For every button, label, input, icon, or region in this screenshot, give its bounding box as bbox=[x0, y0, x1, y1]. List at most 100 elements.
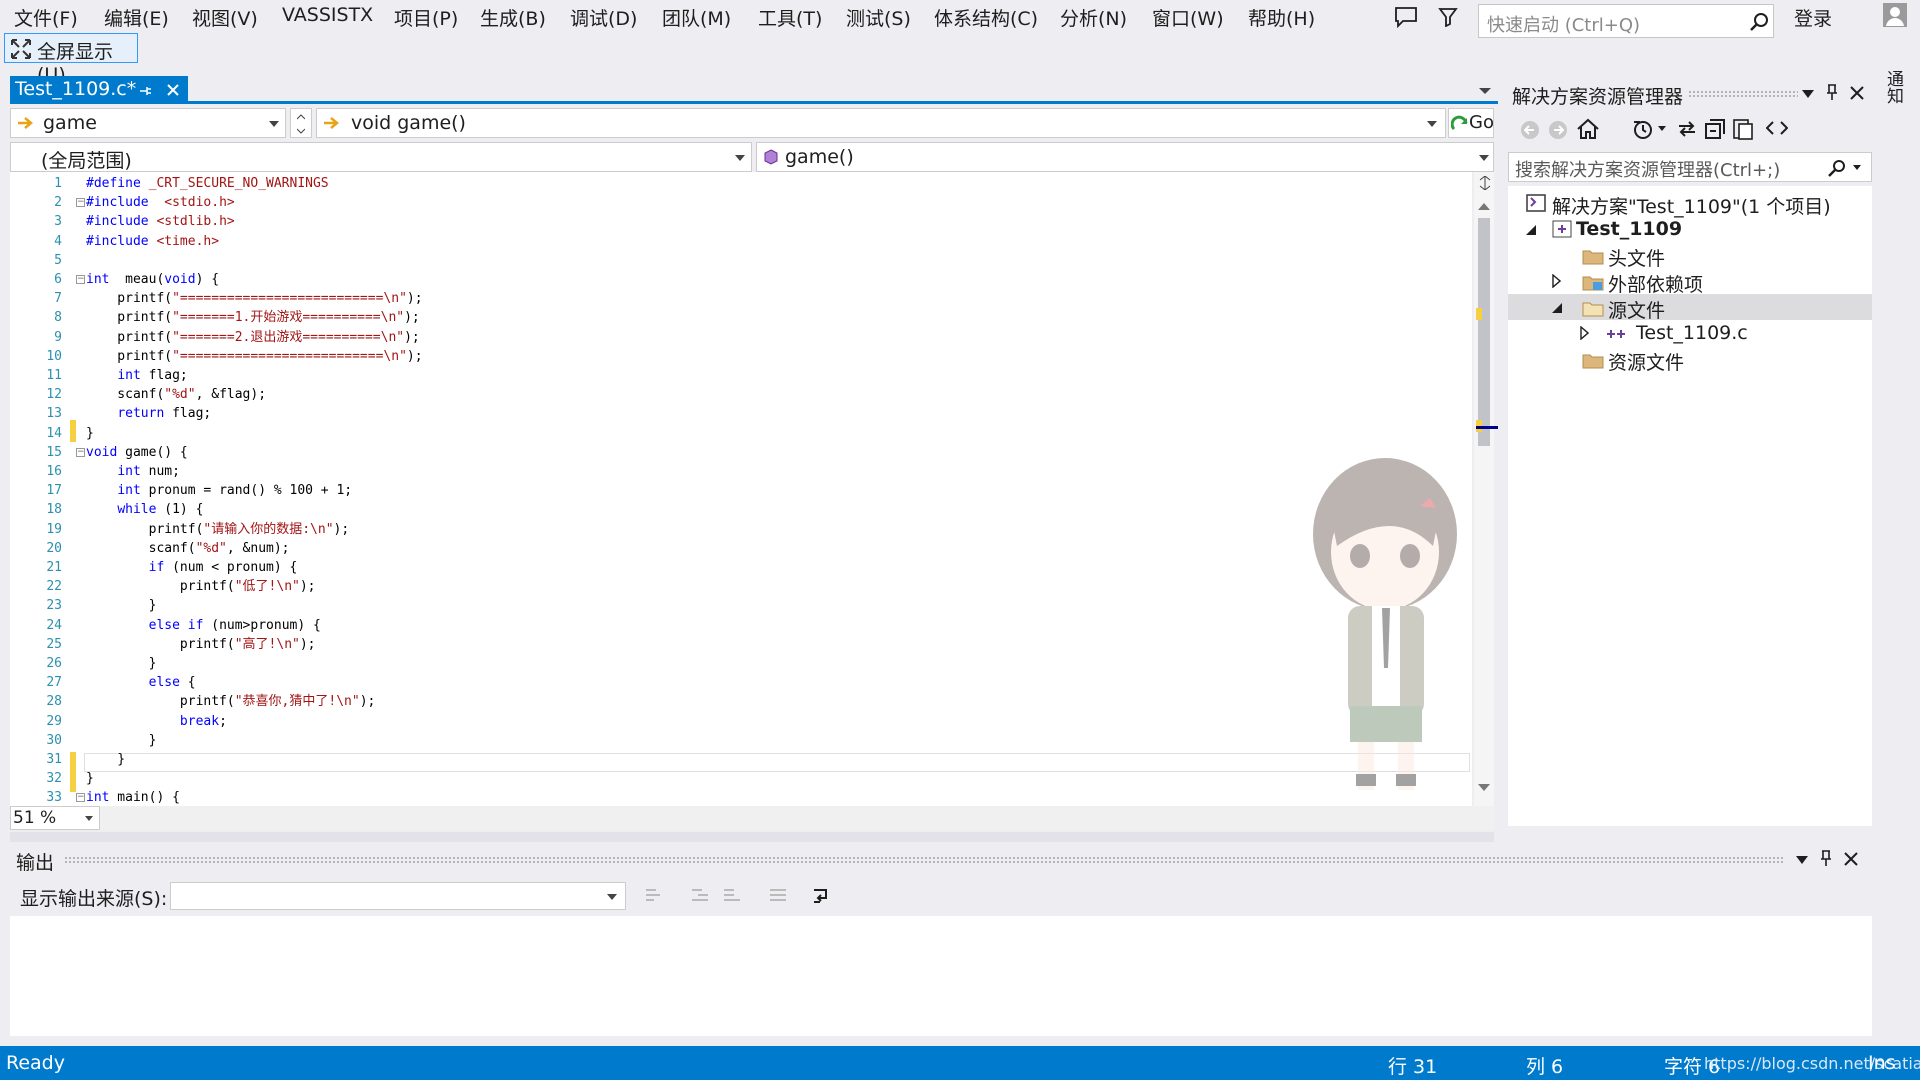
menu-item[interactable]: 窗口(W) bbox=[1152, 4, 1224, 31]
previous-message-icon[interactable] bbox=[690, 886, 710, 906]
fullscreen-button[interactable]: 全屏显示(U) bbox=[4, 33, 138, 86]
next-message-icon[interactable] bbox=[722, 886, 742, 906]
menu-item[interactable]: 调试(D) bbox=[570, 4, 637, 31]
code-line[interactable]: void game() { bbox=[86, 443, 188, 462]
collapsed-triangle-icon[interactable] bbox=[1552, 274, 1561, 288]
home-icon[interactable] bbox=[1576, 118, 1600, 140]
editor-horizontal-scrollbar[interactable] bbox=[100, 806, 1494, 830]
login-link[interactable]: 登录 bbox=[1794, 4, 1832, 31]
pin-icon[interactable] bbox=[1820, 850, 1832, 866]
zoom-dropdown[interactable]: 51 % bbox=[10, 806, 100, 830]
fold-toggle[interactable]: − bbox=[76, 447, 85, 457]
menu-item[interactable]: 体系结构(C) bbox=[934, 4, 1038, 31]
scroll-up-icon[interactable] bbox=[1478, 202, 1490, 210]
close-icon[interactable] bbox=[1844, 852, 1858, 866]
tree-item-project[interactable]: Test_1109 bbox=[1508, 216, 1872, 242]
tab-test-1109-c[interactable]: Test_1109.c* bbox=[10, 76, 188, 104]
code-line[interactable]: printf("恭喜你,猜中了!\n"); bbox=[86, 692, 375, 711]
expanded-triangle-icon[interactable] bbox=[1552, 303, 1562, 313]
member-dropdown[interactable]: void game() bbox=[316, 108, 1446, 138]
toggle-word-wrap-icon[interactable] bbox=[812, 886, 834, 906]
menu-item[interactable]: 工具(T) bbox=[758, 4, 822, 31]
code-line[interactable]: else { bbox=[86, 673, 196, 692]
code-line[interactable]: #include <stdio.h> bbox=[86, 193, 235, 212]
code-line[interactable]: printf("==========================\n"); bbox=[86, 289, 422, 308]
code-line[interactable]: } bbox=[86, 596, 157, 615]
tree-item-source-files[interactable]: 源文件 bbox=[1508, 294, 1872, 322]
editor-vertical-scrollbar[interactable] bbox=[1474, 172, 1498, 806]
tree-item-source-file[interactable]: Test_1109.c bbox=[1508, 320, 1872, 346]
code-line[interactable]: printf("高了!\n"); bbox=[86, 635, 316, 654]
drag-grip[interactable] bbox=[64, 856, 1784, 864]
code-line[interactable]: #include <stdlib.h> bbox=[86, 212, 235, 231]
code-line[interactable]: printf("低了!\n"); bbox=[86, 577, 316, 596]
fold-toggle[interactable]: − bbox=[76, 793, 85, 803]
code-line[interactable]: } bbox=[86, 654, 157, 673]
chevron-down-icon[interactable] bbox=[1802, 90, 1814, 98]
filter-icon[interactable] bbox=[1438, 7, 1458, 27]
find-message-icon[interactable] bbox=[644, 886, 664, 906]
clear-all-icon[interactable] bbox=[768, 886, 788, 906]
solution-explorer-search-input[interactable]: 搜索解决方案资源管理器(Ctrl+;) bbox=[1508, 152, 1872, 182]
fold-toggle[interactable]: − bbox=[76, 275, 85, 284]
output-text-area[interactable] bbox=[10, 916, 1872, 1036]
panel-splitter[interactable] bbox=[10, 832, 1494, 842]
quick-launch-input[interactable]: 快速启动 (Ctrl+Q) bbox=[1478, 4, 1774, 38]
menu-item[interactable]: 文件(F) bbox=[14, 4, 78, 31]
menu-item[interactable]: 项目(P) bbox=[394, 4, 458, 31]
code-line[interactable]: printf("=======1.开始游戏==========\n"); bbox=[86, 308, 419, 327]
scroll-thumb[interactable] bbox=[1478, 218, 1490, 446]
code-line[interactable]: scanf("%d", &num); bbox=[86, 539, 290, 558]
output-source-dropdown[interactable] bbox=[170, 882, 626, 910]
code-view-icon[interactable] bbox=[1766, 120, 1788, 136]
close-icon[interactable] bbox=[166, 83, 180, 97]
code-line[interactable]: } bbox=[86, 424, 94, 443]
split-icon[interactable] bbox=[1478, 176, 1492, 190]
menu-item[interactable]: 分析(N) bbox=[1060, 4, 1127, 31]
expanded-triangle-icon[interactable] bbox=[1526, 225, 1536, 235]
tree-item-resource-files[interactable]: 资源文件 bbox=[1508, 346, 1872, 374]
code-line[interactable]: int pronum = rand() % 100 + 1; bbox=[86, 481, 352, 500]
code-line[interactable]: break; bbox=[86, 712, 227, 731]
code-line[interactable]: } bbox=[86, 731, 157, 750]
chevron-down-icon[interactable] bbox=[1658, 126, 1666, 131]
code-line[interactable]: int num; bbox=[86, 462, 180, 481]
function-dropdown[interactable]: game() bbox=[756, 142, 1494, 172]
notifications-tab[interactable]: 通知 bbox=[1883, 70, 1906, 104]
tree-item-external-deps[interactable]: 外部依赖项 bbox=[1508, 268, 1872, 296]
code-line[interactable]: printf("=======2.退出游戏==========\n"); bbox=[86, 328, 419, 347]
code-line[interactable]: int flag; bbox=[86, 366, 187, 385]
code-line[interactable]: while (1) { bbox=[86, 500, 203, 519]
account-icon[interactable] bbox=[1882, 2, 1908, 28]
menu-item[interactable]: 团队(M) bbox=[662, 4, 731, 31]
spinner-button[interactable] bbox=[290, 108, 312, 138]
collapse-all-icon[interactable] bbox=[1704, 118, 1726, 140]
fold-toggle[interactable]: − bbox=[76, 198, 85, 208]
chevron-down-icon[interactable] bbox=[1853, 165, 1861, 170]
drag-grip[interactable] bbox=[1688, 90, 1798, 98]
back-icon[interactable] bbox=[1520, 120, 1540, 140]
symbol-dropdown[interactable]: game bbox=[10, 108, 286, 138]
sync-icon[interactable] bbox=[1676, 118, 1698, 140]
pin-icon[interactable] bbox=[1826, 84, 1838, 100]
go-button[interactable]: Go bbox=[1448, 108, 1494, 138]
code-line[interactable]: } bbox=[86, 769, 94, 788]
code-line[interactable]: int main() { bbox=[86, 788, 180, 807]
menu-item[interactable]: 帮助(H) bbox=[1248, 4, 1315, 31]
code-line[interactable]: scanf("%d", &flag); bbox=[86, 385, 266, 404]
code-line[interactable]: printf("请输入你的数据:\n"); bbox=[86, 520, 350, 539]
menu-item[interactable]: 生成(B) bbox=[480, 4, 546, 31]
tree-item-solution[interactable]: 解决方案"Test_1109"(1 个项目) bbox=[1508, 190, 1872, 218]
code-line[interactable]: #include <time.h> bbox=[86, 232, 219, 251]
show-all-files-icon[interactable] bbox=[1732, 118, 1754, 140]
forward-icon[interactable] bbox=[1548, 120, 1568, 140]
collapsed-triangle-icon[interactable] bbox=[1580, 326, 1589, 340]
code-line[interactable]: if (num < pronum) { bbox=[86, 558, 298, 577]
scroll-down-icon[interactable] bbox=[1478, 784, 1490, 792]
menu-item[interactable]: 测试(S) bbox=[846, 4, 911, 31]
code-line[interactable]: int meau(void) { bbox=[86, 270, 219, 289]
code-line[interactable]: printf("==========================\n"); bbox=[86, 347, 422, 366]
tree-item-header-files[interactable]: 头文件 bbox=[1508, 242, 1872, 270]
history-icon[interactable] bbox=[1632, 118, 1654, 140]
chevron-down-icon[interactable] bbox=[1796, 856, 1808, 864]
